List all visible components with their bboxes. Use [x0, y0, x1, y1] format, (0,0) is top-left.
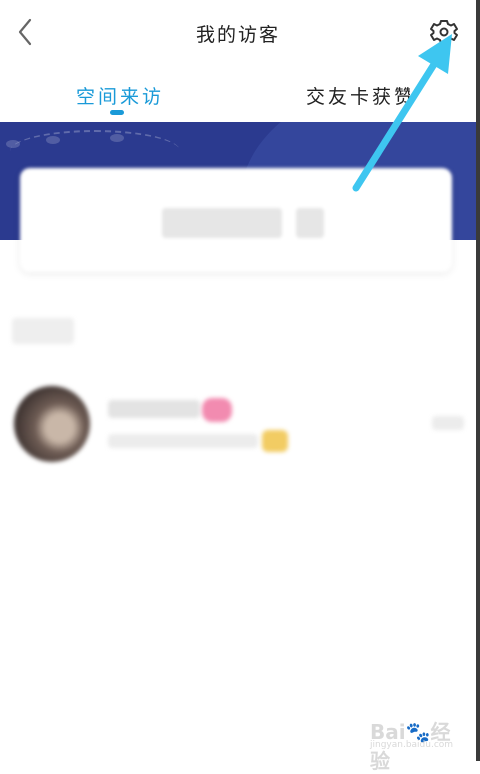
stats-value-blurred: [296, 208, 324, 238]
footprint-trail: [10, 130, 180, 172]
watermark: Bai🐾经验 jingyan.baidu.com: [362, 712, 462, 773]
page-title: 我的访客: [195, 24, 280, 46]
screen-edge: [476, 0, 480, 761]
avatar[interactable]: [14, 386, 90, 462]
gender-badge: [202, 398, 232, 422]
top-navigation-bar: 我的访客: [0, 0, 476, 65]
visitor-stats-card: [20, 168, 452, 272]
footprint-icon: [46, 136, 60, 144]
footprint-icon: [110, 134, 124, 142]
footprint-icon: [6, 140, 20, 148]
visitor-name-blurred: [108, 400, 200, 418]
settings-button[interactable]: [426, 14, 462, 50]
tab-card-likes[interactable]: 交友卡获赞: [306, 82, 410, 109]
gear-icon: [430, 20, 458, 44]
visitor-info-blurred: [108, 434, 258, 448]
active-tab-indicator: [110, 110, 124, 115]
visit-time-blurred: [432, 416, 464, 430]
level-badge: [262, 430, 288, 452]
stats-label-blurred: [162, 208, 282, 238]
tab-space-visits[interactable]: 空间来访: [76, 82, 164, 109]
visitor-list-item[interactable]: [0, 378, 476, 478]
watermark-url: jingyan.baidu.com: [370, 740, 454, 750]
section-label-blurred: [12, 318, 74, 344]
tab-bar: 空间来访 交友卡获赞: [0, 64, 476, 122]
